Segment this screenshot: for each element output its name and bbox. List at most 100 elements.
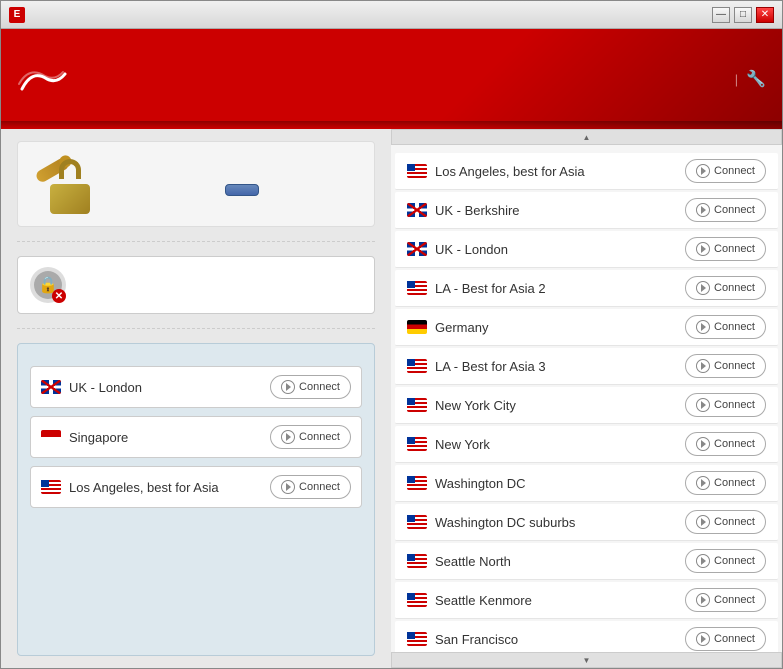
connect-circle-icon bbox=[696, 476, 710, 490]
server-left: Seattle North bbox=[407, 554, 511, 569]
server-name: LA - Best for Asia 3 bbox=[435, 359, 546, 374]
connect-button[interactable]: Connect bbox=[685, 471, 766, 495]
connect-circle-icon bbox=[696, 281, 710, 295]
server-list-item[interactable]: UK - BerkshireConnect bbox=[395, 192, 778, 229]
de-flag-icon bbox=[407, 320, 427, 334]
connect-arrow-icon bbox=[701, 167, 706, 175]
recently-used-item: UK - LondonConnect bbox=[30, 366, 362, 408]
server-list-item[interactable]: Washington DC suburbs Connect bbox=[395, 504, 778, 541]
us-flag-icon bbox=[407, 164, 427, 178]
wrench-icon[interactable]: 🔧 bbox=[746, 69, 766, 89]
connect-arrow-icon bbox=[701, 635, 706, 643]
connect-button[interactable]: Connect bbox=[685, 549, 766, 573]
connect-button[interactable]: Connect bbox=[270, 475, 351, 499]
server-name: San Francisco bbox=[435, 632, 518, 647]
referral-text bbox=[122, 172, 362, 196]
connect-label: Connect bbox=[714, 555, 755, 567]
location-name: Singapore bbox=[69, 430, 128, 445]
connect-label: Connect bbox=[714, 360, 755, 372]
connect-button[interactable]: Connect bbox=[270, 425, 351, 449]
server-list-item[interactable]: Germany Connect bbox=[395, 309, 778, 346]
server-name: UK - London bbox=[435, 242, 508, 257]
connect-button[interactable]: Connect bbox=[685, 588, 766, 612]
connect-label: Connect bbox=[299, 381, 340, 393]
server-list-item[interactable]: Los Angeles, best for Asia Connect bbox=[395, 153, 778, 190]
connect-arrow-icon bbox=[701, 401, 706, 409]
server-name: New York City bbox=[435, 398, 516, 413]
connect-button[interactable]: Connect bbox=[685, 510, 766, 534]
maximize-button[interactable]: □ bbox=[734, 7, 752, 23]
connect-button[interactable]: Connect bbox=[685, 198, 766, 222]
connect-circle-icon bbox=[281, 430, 295, 444]
connect-button[interactable]: Connect bbox=[685, 315, 766, 339]
app-icon: E bbox=[9, 7, 25, 23]
logo-swoosh-icon bbox=[17, 64, 67, 94]
connect-button[interactable]: Connect bbox=[685, 432, 766, 456]
connect-arrow-icon bbox=[701, 557, 706, 565]
server-list-item[interactable]: New York Connect bbox=[395, 426, 778, 463]
us-flag-icon bbox=[407, 281, 427, 295]
server-left: New York City bbox=[407, 398, 516, 413]
padlock-shackle-icon bbox=[59, 159, 81, 179]
server-list-panel: ▲ Los Angeles, best for AsiaConnectUK - … bbox=[391, 129, 782, 668]
sg-flag-icon bbox=[41, 430, 61, 444]
minimize-button[interactable]: — bbox=[712, 7, 730, 23]
server-left: Germany bbox=[407, 320, 488, 335]
connect-label: Connect bbox=[714, 438, 755, 450]
logo-area bbox=[17, 64, 71, 94]
connect-button[interactable]: Connect bbox=[270, 375, 351, 399]
connect-button[interactable]: Connect bbox=[685, 393, 766, 417]
server-left: Seattle Kenmore bbox=[407, 593, 532, 608]
connect-button[interactable]: Connect bbox=[685, 354, 766, 378]
server-name: Washington DC suburbs bbox=[435, 515, 575, 530]
server-list-item[interactable]: Seattle Kenmore Connect bbox=[395, 582, 778, 619]
server-name: Seattle North bbox=[435, 554, 511, 569]
connect-circle-icon bbox=[696, 203, 710, 217]
uk-flag-icon bbox=[407, 203, 427, 217]
status-bar: 🔒 ✕ bbox=[17, 256, 375, 314]
connect-label: Connect bbox=[299, 481, 340, 493]
server-left: New York bbox=[407, 437, 490, 452]
server-list-item[interactable]: Seattle North Connect bbox=[395, 543, 778, 580]
server-list-item[interactable]: UK - London Connect bbox=[395, 231, 778, 268]
us-flag-icon bbox=[407, 554, 427, 568]
server-list: Los Angeles, best for AsiaConnectUK - Be… bbox=[391, 153, 782, 652]
server-list-item[interactable]: LA - Best for Asia 3 Connect bbox=[395, 348, 778, 385]
connect-label: Connect bbox=[714, 594, 755, 606]
scrollbar-down[interactable]: ▼ bbox=[391, 652, 782, 668]
header: | 🔧 bbox=[1, 29, 782, 129]
server-list-item[interactable]: LA - Best for Asia 2Connect bbox=[395, 270, 778, 307]
server-list-container[interactable]: Los Angeles, best for AsiaConnectUK - Be… bbox=[391, 145, 782, 652]
us-flag-icon bbox=[407, 632, 427, 646]
connect-circle-icon bbox=[281, 480, 295, 494]
left-panel: 🔒 ✕ UK - LondonConnect Singapore Connect Lo… bbox=[1, 129, 391, 668]
server-name: Washington DC bbox=[435, 476, 526, 491]
server-name: Germany bbox=[435, 320, 488, 335]
us-flag-icon bbox=[41, 480, 61, 494]
server-left: Washington DC suburbs bbox=[407, 515, 575, 530]
server-left: Los Angeles, best for Asia bbox=[407, 164, 585, 179]
location-left: Los Angeles, best for Asia bbox=[41, 480, 219, 495]
connect-label: Connect bbox=[299, 431, 340, 443]
padlock-body-icon bbox=[50, 184, 90, 214]
us-flag-icon bbox=[407, 359, 427, 373]
connect-circle-icon bbox=[696, 632, 710, 646]
learn-how-button[interactable] bbox=[225, 184, 259, 196]
connect-circle-icon bbox=[696, 359, 710, 373]
connect-label: Connect bbox=[714, 399, 755, 411]
scrollbar-up[interactable]: ▲ bbox=[391, 129, 782, 145]
connect-button[interactable]: Connect bbox=[685, 159, 766, 183]
title-bar-left: E bbox=[9, 7, 31, 23]
connect-button[interactable]: Connect bbox=[685, 627, 766, 651]
recently-used-panel: UK - LondonConnect Singapore Connect Los An… bbox=[17, 343, 375, 656]
server-list-item[interactable]: New York City Connect bbox=[395, 387, 778, 424]
connect-button[interactable]: Connect bbox=[685, 276, 766, 300]
connect-label: Connect bbox=[714, 633, 755, 645]
connect-arrow-icon bbox=[701, 362, 706, 370]
server-left: San Francisco bbox=[407, 632, 518, 647]
server-list-item[interactable]: Washington DC Connect bbox=[395, 465, 778, 502]
connect-button[interactable]: Connect bbox=[685, 237, 766, 261]
server-list-item[interactable]: San Francisco Connect bbox=[395, 621, 778, 652]
connect-label: Connect bbox=[714, 204, 755, 216]
close-button[interactable]: ✕ bbox=[756, 7, 774, 23]
